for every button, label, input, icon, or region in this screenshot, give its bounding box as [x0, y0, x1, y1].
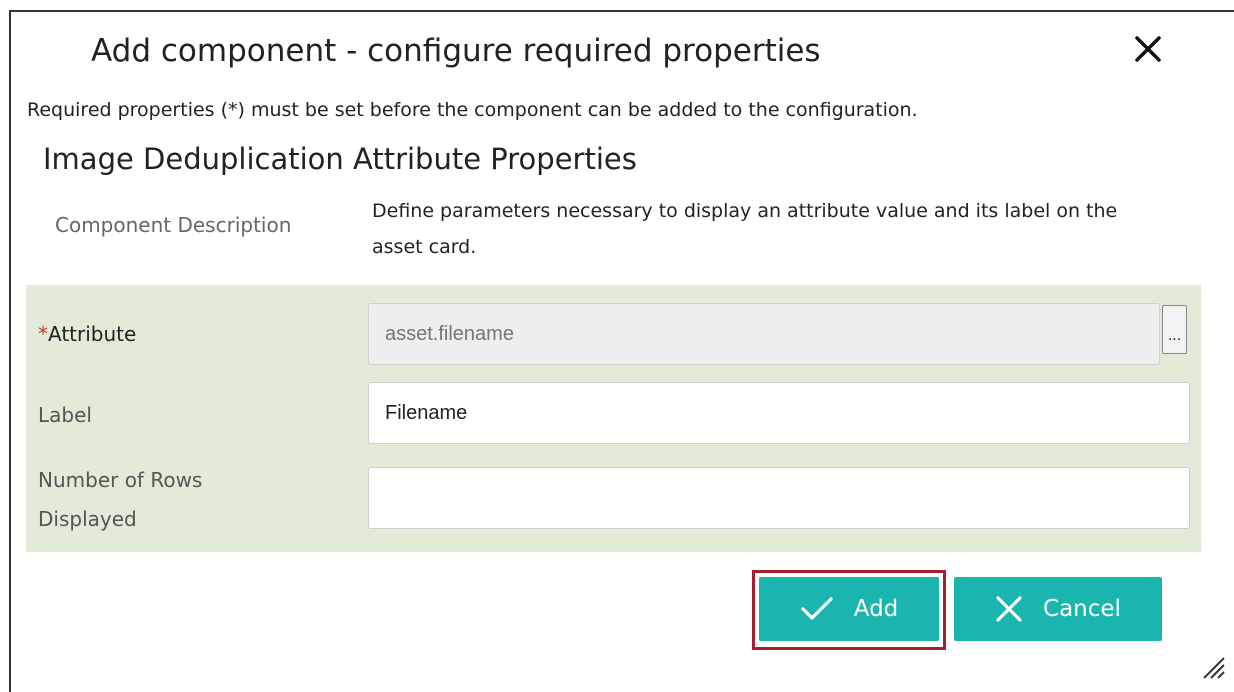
attribute-label-text: Attribute	[48, 322, 137, 346]
rows-field-label-line2: Displayed	[38, 507, 137, 531]
intro-text: Required properties (*) must be set befo…	[27, 99, 918, 121]
close-icon	[1135, 36, 1161, 62]
dialog-border-top	[11, 10, 1234, 12]
close-button[interactable]	[1127, 28, 1169, 70]
required-marker: *	[38, 322, 48, 346]
cancel-button-label: Cancel	[1043, 596, 1121, 622]
rows-field-label-line1: Number of Rows	[38, 468, 203, 492]
attribute-label: *Attribute	[38, 322, 136, 346]
add-component-dialog: Add component - configure required prope…	[0, 0, 1234, 692]
check-icon	[801, 597, 833, 620]
dialog-border-left	[9, 10, 11, 692]
cancel-button[interactable]: Cancel	[954, 577, 1162, 641]
component-description-text: Define parameters necessary to display a…	[372, 200, 1118, 258]
rows-displayed-input[interactable]	[368, 467, 1190, 529]
label-field-label: Label	[38, 403, 92, 427]
resize-grip-icon[interactable]	[1200, 654, 1226, 680]
add-button-label: Add	[853, 596, 899, 622]
label-input[interactable]	[368, 382, 1190, 444]
add-button[interactable]: Add	[759, 577, 939, 641]
section-title: Image Deduplication Attribute Properties	[43, 142, 637, 176]
attribute-browse-button[interactable]: ...	[1162, 305, 1187, 354]
x-icon	[996, 596, 1022, 622]
attribute-input[interactable]	[368, 303, 1160, 365]
dialog-title: Add component - configure required prope…	[91, 33, 821, 69]
component-description-label: Component Description	[55, 213, 292, 237]
